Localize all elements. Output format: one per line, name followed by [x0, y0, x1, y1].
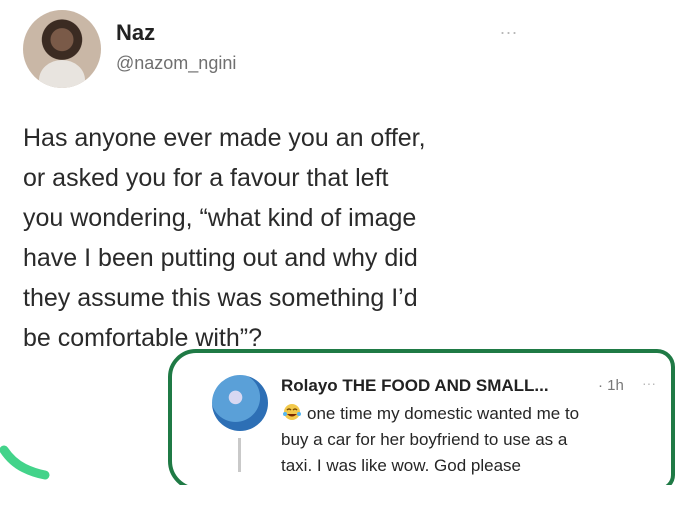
- reply-timestamp: · 1h: [598, 377, 624, 394]
- reply-text-line: taxi. I was like wow. God please: [281, 456, 522, 475]
- reply-more-dots-icon[interactable]: ···: [642, 375, 656, 391]
- laughing-face-icon: [283, 404, 301, 420]
- tweet-text-line: you wondering, “what kind of image: [23, 204, 417, 232]
- reply-author-name[interactable]: Rolayo THE FOOD AND SMALL...: [281, 376, 549, 396]
- tweet-text-line: Has anyone ever made you an offer,: [23, 124, 426, 152]
- author-name[interactable]: Naz: [116, 20, 155, 46]
- tweet-header: Naz @nazom_ngini ...: [0, 0, 685, 110]
- more-dots-icon[interactable]: ...: [500, 18, 518, 39]
- reply-text-line: buy a car for her boyfriend to use as a: [281, 430, 568, 449]
- tweet-text-line: have I been putting out and why did: [23, 244, 418, 272]
- tweet-text-line: they assume this was something I’d: [23, 284, 418, 312]
- reply-author-avatar[interactable]: [212, 375, 268, 431]
- thread-line: [238, 438, 241, 472]
- reply-text-segment: one time my domestic wanted me to: [307, 404, 580, 423]
- green-scribble-mark: [0, 445, 50, 480]
- tweet-text: Has anyone ever made you an offer, or as…: [23, 118, 583, 358]
- bottom-edge: [0, 485, 685, 505]
- reply-text: one time my domestic wanted me to buy a …: [281, 401, 666, 479]
- tweet-text-line: or asked you for a favour that left: [23, 164, 389, 192]
- reply-text-line: one time my domestic wanted me to: [281, 401, 666, 427]
- author-avatar[interactable]: [23, 10, 101, 88]
- author-handle[interactable]: @nazom_ngini: [116, 53, 236, 74]
